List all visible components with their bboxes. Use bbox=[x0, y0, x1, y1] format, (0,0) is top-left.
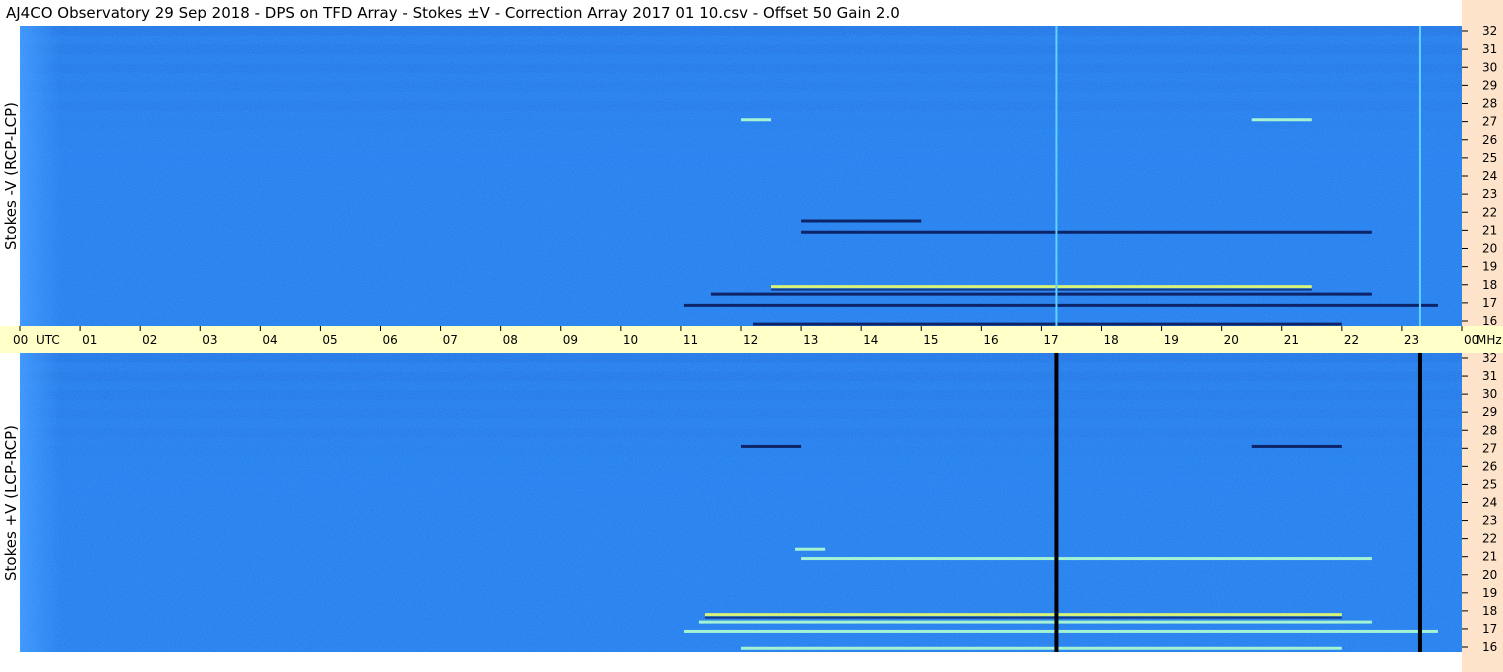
vertical-line-1 bbox=[1417, 353, 1422, 652]
horizontal-feature-3 bbox=[741, 646, 1342, 650]
freq-tick-label-1-0: 32 bbox=[1482, 353, 1497, 365]
freq-tick-label-0-1: 31 bbox=[1482, 42, 1497, 56]
freq-tick-label-0-3: 29 bbox=[1482, 78, 1497, 92]
freq-tick-label-1-2: 30 bbox=[1482, 387, 1497, 401]
time-tick-label-23: 23 bbox=[1404, 333, 1419, 347]
vertical-line-1 bbox=[1418, 26, 1421, 326]
freq-tick-label-1-6: 26 bbox=[1482, 459, 1497, 473]
time-tick-label-5: 05 bbox=[322, 333, 337, 347]
vertical-line-0 bbox=[1054, 353, 1059, 652]
time-tick-label-1: 01 bbox=[82, 333, 97, 347]
top-panel-ylabel-text: Stokes -V (RCP-LCP) bbox=[2, 102, 20, 250]
vertical-line-0 bbox=[1055, 26, 1058, 326]
top-frequency-axis: 32 31 30 29 28 27 26 25 24 23 22 21 20 19 18 17 16 bbox=[1462, 26, 1503, 326]
freq-tick-label-0-10: 22 bbox=[1482, 205, 1497, 219]
time-tick-label-16: 16 bbox=[983, 333, 998, 347]
spectrogram-noise bbox=[20, 353, 1462, 652]
time-tick-label-17: 17 bbox=[1043, 333, 1058, 347]
bottom-frequency-axis: 32 31 30 29 28 27 26 25 24 23 22 21 20 19 18 17 16 bbox=[1462, 353, 1503, 652]
horizontal-feature-2-shadow bbox=[704, 616, 1342, 619]
freq-tick-label-0-8: 24 bbox=[1482, 169, 1497, 183]
time-tick-label-9: 09 bbox=[563, 333, 578, 347]
horizontal-feature-7 bbox=[1251, 118, 1312, 122]
freq-tick-label-0-14: 18 bbox=[1482, 278, 1497, 292]
horizontal-feature-6 bbox=[741, 444, 802, 448]
utc-time-axis: 00 01 02 03 04 05 06 07 08 09 10 11 12 13 14 15 16 17 18 19… bbox=[0, 326, 1503, 353]
freq-axis-svg-bottom: 32 31 30 29 28 27 26 25 24 23 22 21 20 19 18 17 16 bbox=[1462, 353, 1497, 652]
freq-tick-label-0-13: 19 bbox=[1482, 260, 1497, 274]
time-tick-label-14: 14 bbox=[863, 333, 878, 347]
time-axis-svg: 00 01 02 03 04 05 06 07 08 09 10 11 12 13 14 15 16 17 18 19… bbox=[13, 326, 1502, 347]
freq-tick-label-0-2: 30 bbox=[1482, 60, 1497, 74]
horizontal-feature-1 bbox=[710, 292, 1372, 296]
horizontal-feature-0 bbox=[683, 629, 1438, 633]
top-panel-ylabel: Stokes -V (RCP-LCP) bbox=[0, 26, 22, 326]
time-tick-label-3: 03 bbox=[202, 333, 217, 347]
mhz-unit-label: MHz bbox=[1476, 333, 1502, 347]
time-tick-label-21: 21 bbox=[1284, 333, 1299, 347]
freq-tick-label-0-9: 23 bbox=[1482, 187, 1497, 201]
top-spectrogram-panel bbox=[20, 26, 1462, 326]
horizontal-feature-5 bbox=[801, 219, 922, 223]
horizontal-feature-7 bbox=[1251, 444, 1342, 448]
freq-tick-label-1-15: 17 bbox=[1482, 622, 1497, 636]
horizontal-feature-2 bbox=[771, 285, 1312, 289]
freq-tick-label-1-1: 31 bbox=[1482, 369, 1497, 383]
freq-tick-label-0-5: 27 bbox=[1482, 115, 1497, 129]
time-tick-label-8: 08 bbox=[503, 333, 518, 347]
horizontal-feature-6 bbox=[741, 118, 772, 122]
bottom-spectrogram-panel bbox=[20, 353, 1462, 652]
bottom-panel-ylabel: Stokes +V (LCP-RCP) bbox=[0, 353, 22, 652]
horizontal-feature-2-shadow bbox=[771, 288, 1312, 291]
freq-tick-label-0-16: 16 bbox=[1482, 314, 1497, 326]
horizontal-feature-4 bbox=[801, 230, 1372, 234]
horizontal-feature-1 bbox=[698, 620, 1372, 624]
freq-tick-label-1-7: 25 bbox=[1482, 477, 1497, 491]
chart-title: AJ4CO Observatory 29 Sep 2018 - DPS on T… bbox=[0, 0, 1462, 26]
horizontal-feature-4 bbox=[801, 557, 1372, 561]
freq-tick-label-1-11: 21 bbox=[1482, 550, 1497, 564]
time-tick-label-19: 19 bbox=[1164, 333, 1179, 347]
freq-tick-label-1-4: 28 bbox=[1482, 423, 1497, 437]
freq-tick-label-0-0: 32 bbox=[1482, 26, 1497, 38]
freq-tick-label-0-12: 20 bbox=[1482, 242, 1497, 256]
freq-tick-label-1-13: 19 bbox=[1482, 586, 1497, 600]
time-tick-label-10: 10 bbox=[623, 333, 638, 347]
time-tick-label-11: 11 bbox=[683, 333, 698, 347]
horizontal-feature-2 bbox=[704, 613, 1342, 617]
spectrogram-svg-bottom bbox=[20, 353, 1462, 652]
freq-axis-svg-top: 32 31 30 29 28 27 26 25 24 23 22 21 20 19 18 17 16 bbox=[1462, 26, 1497, 326]
spectrogram-svg-top bbox=[20, 26, 1462, 326]
freq-tick-label-0-6: 26 bbox=[1482, 133, 1497, 147]
freq-tick-label-1-5: 27 bbox=[1482, 441, 1497, 455]
utc-unit-label: UTC bbox=[36, 333, 60, 347]
freq-tick-label-1-3: 29 bbox=[1482, 405, 1497, 419]
freq-tick-label-1-16: 16 bbox=[1482, 640, 1497, 652]
freq-tick-label-0-11: 21 bbox=[1482, 223, 1497, 237]
time-tick-label-2: 02 bbox=[142, 333, 157, 347]
freq-tick-label-1-12: 20 bbox=[1482, 568, 1497, 582]
horizontal-feature-5 bbox=[795, 547, 826, 551]
freq-tick-label-0-7: 25 bbox=[1482, 151, 1497, 165]
freq-tick-label-1-9: 23 bbox=[1482, 514, 1497, 528]
time-tick-label-7: 07 bbox=[443, 333, 458, 347]
time-tick-label-18: 18 bbox=[1104, 333, 1119, 347]
time-tick-label-13: 13 bbox=[803, 333, 818, 347]
freq-tick-label-1-8: 24 bbox=[1482, 496, 1497, 510]
time-tick-label-6: 06 bbox=[383, 333, 398, 347]
time-tick-label-0: 00 bbox=[13, 333, 28, 347]
bottom-panel-ylabel-text: Stokes +V (LCP-RCP) bbox=[2, 424, 20, 581]
time-tick-label-15: 15 bbox=[923, 333, 938, 347]
horizontal-feature-0 bbox=[683, 303, 1438, 307]
spectrogram-noise bbox=[20, 26, 1462, 326]
freq-tick-label-1-14: 18 bbox=[1482, 604, 1497, 618]
freq-tick-label-1-10: 22 bbox=[1482, 532, 1497, 546]
freq-tick-label-0-4: 28 bbox=[1482, 97, 1497, 111]
time-tick-label-20: 20 bbox=[1224, 333, 1239, 347]
time-tick-label-4: 04 bbox=[262, 333, 277, 347]
time-tick-label-22: 22 bbox=[1344, 333, 1359, 347]
time-tick-label-12: 12 bbox=[743, 333, 758, 347]
freq-tick-label-0-15: 17 bbox=[1482, 296, 1497, 310]
